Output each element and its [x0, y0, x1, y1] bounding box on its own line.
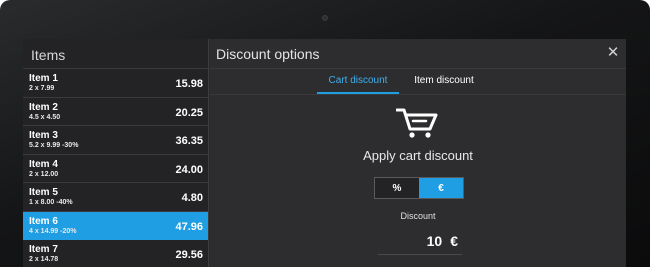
- item-price: 47.96: [175, 220, 203, 233]
- camera-icon: [322, 15, 328, 21]
- euro-button[interactable]: €: [419, 178, 463, 198]
- items-panel-title: Items: [23, 39, 208, 69]
- divider: [210, 68, 626, 69]
- item-price: 36.35: [175, 135, 203, 147]
- item-detail: 1 x 8.00 -40%: [29, 199, 73, 206]
- list-item[interactable]: Item 4 2 x 12.00 24.00: [23, 155, 208, 183]
- item-price: 29.56: [175, 249, 203, 261]
- dialog-title: Discount options: [216, 46, 320, 62]
- list-item[interactable]: Item 5 1 x 8.00 -40% 4.80: [23, 183, 208, 212]
- item-name: Item 5: [29, 187, 58, 198]
- apply-cart-discount-label: Apply cart discount: [363, 148, 473, 163]
- cart-icon: [396, 108, 438, 138]
- items-panel: Items Item 1 2 x 7.99 15.98 Item 2 4.5 x…: [23, 39, 209, 267]
- divider: [210, 94, 626, 95]
- list-item[interactable]: Item 1 2 x 7.99 15.98: [23, 69, 208, 98]
- discount-type-toggle: % €: [374, 177, 464, 199]
- laptop-frame: Items Item 1 2 x 7.99 15.98 Item 2 4.5 x…: [0, 0, 650, 267]
- app-screen: Items Item 1 2 x 7.99 15.98 Item 2 4.5 x…: [23, 39, 626, 267]
- close-icon[interactable]: ✕: [605, 45, 621, 61]
- item-price: 4.80: [181, 192, 203, 204]
- item-price: 15.98: [175, 78, 203, 90]
- discount-amount-value: 10: [426, 233, 443, 249]
- item-price: 20.25: [175, 106, 203, 119]
- list-item[interactable]: Item 3 5.2 x 9.99 -30% 36.35: [23, 126, 208, 155]
- discount-label: Discount: [400, 211, 436, 221]
- tab-cart-discount[interactable]: Cart discount: [317, 75, 399, 86]
- item-price: 24.00: [175, 163, 203, 176]
- discount-unit: €: [450, 233, 458, 249]
- list-item-selected[interactable]: Item 6 4 x 14.99 -20% 47.96: [23, 211, 208, 240]
- percent-button[interactable]: %: [375, 178, 419, 198]
- tab-item-discount[interactable]: Item discount: [402, 75, 486, 86]
- discount-amount-input[interactable]: 10 €: [378, 233, 462, 255]
- list-item[interactable]: Item 7 2 x 14.78 29.56: [23, 240, 208, 267]
- list-item[interactable]: Item 2 4.5 x 4.50 20.25: [23, 98, 208, 126]
- discount-options-dialog: Discount options ✕ Cart discount Item di…: [210, 39, 626, 267]
